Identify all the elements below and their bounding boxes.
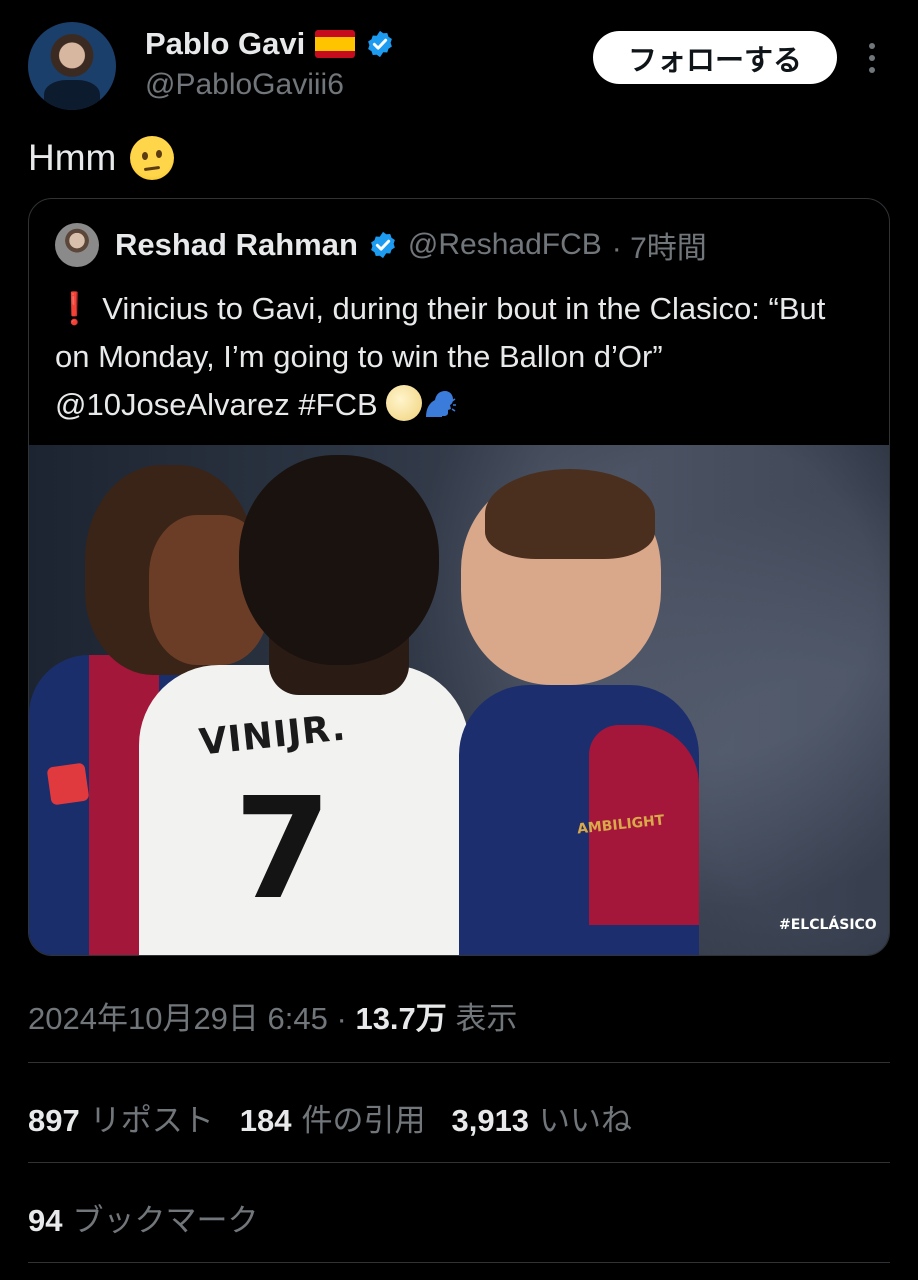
- divider: [28, 1262, 890, 1263]
- broadcast-hashtag: #ELCLÁSICO: [779, 917, 877, 933]
- quoted-author-name: Reshad Rahman: [115, 227, 358, 262]
- more-dots-icon[interactable]: [860, 38, 884, 78]
- spain-flag-icon: [315, 30, 356, 58]
- author-handle[interactable]: @PabloGaviii6: [145, 68, 344, 102]
- face-with-raised-eyebrow-emoji: [130, 136, 175, 180]
- quoted-tweet-header: Reshad Rahman @ReshadFCB · 7時間: [55, 223, 707, 267]
- quotes-count: 184: [239, 1103, 292, 1138]
- reposts-stat[interactable]: 897 リポスト: [28, 1095, 214, 1140]
- verified-badge-icon: [368, 30, 393, 58]
- full-moon-emoji: [386, 385, 423, 421]
- tweet-meta: 2024年10月29日 6:45 · 13.7万 表示: [28, 993, 517, 1038]
- laliga-logo: [46, 762, 90, 806]
- likes-stat[interactable]: 3,913 いいね: [451, 1095, 632, 1140]
- bookmarks-stat[interactable]: 94 ブックマーク: [28, 1195, 258, 1240]
- follow-button[interactable]: フォローする: [593, 31, 837, 84]
- reposts-count: 897: [28, 1103, 80, 1138]
- quoted-timestamp: · 7時間: [611, 232, 707, 265]
- author-name-row: Pablo Gavi: [145, 26, 395, 62]
- bookmarks-label: ブックマーク: [72, 1203, 259, 1238]
- views-count: 13.7万: [355, 1001, 447, 1036]
- divider: [28, 1062, 890, 1063]
- views-label: 表示: [455, 1001, 518, 1036]
- quoted-tweet-image[interactable]: VINIJR. 7 AMBILIGHT #ELCLÁSICO: [29, 445, 889, 955]
- author-name[interactable]: Pablo Gavi: [145, 26, 305, 62]
- center-player-head: [239, 455, 439, 665]
- tweet-text: Hmm: [28, 136, 175, 180]
- engagement-stats: 897 リポスト 184 件の引用 3,913 いいね: [28, 1095, 632, 1140]
- bookmarks-count: 94: [28, 1203, 63, 1238]
- quoted-tweet-card[interactable]: Reshad Rahman @ReshadFCB · 7時間 ❗ Viniciu…: [28, 198, 890, 956]
- tweet-text-body: Hmm: [28, 137, 117, 178]
- author-avatar[interactable]: [28, 22, 116, 110]
- right-player-hair: [485, 469, 655, 559]
- quotes-label: 件の引用: [301, 1103, 426, 1138]
- verified-badge-icon: [371, 231, 395, 259]
- quoted-tweet-text: ❗ Vinicius to Gavi, during their bout in…: [55, 285, 865, 429]
- quoted-author-handle: @ReshadFCB: [407, 228, 602, 261]
- jersey-number: 7: [234, 768, 332, 931]
- tweet-header: Pablo Gavi @PabloGaviii6 フォローする: [0, 0, 918, 120]
- tweet-datetime[interactable]: 2024年10月29日 6:45: [28, 1001, 328, 1036]
- speaking-head-emoji: [426, 391, 457, 417]
- meta-separator: ·: [336, 1001, 347, 1036]
- quoted-author-avatar: [55, 223, 99, 267]
- quotes-stat[interactable]: 184 件の引用: [240, 1095, 426, 1140]
- likes-label: いいね: [539, 1103, 633, 1138]
- exclamation-emoji: ❗: [55, 291, 94, 326]
- reposts-label: リポスト: [89, 1103, 214, 1138]
- likes-count: 3,913: [451, 1103, 530, 1138]
- divider: [28, 1162, 890, 1163]
